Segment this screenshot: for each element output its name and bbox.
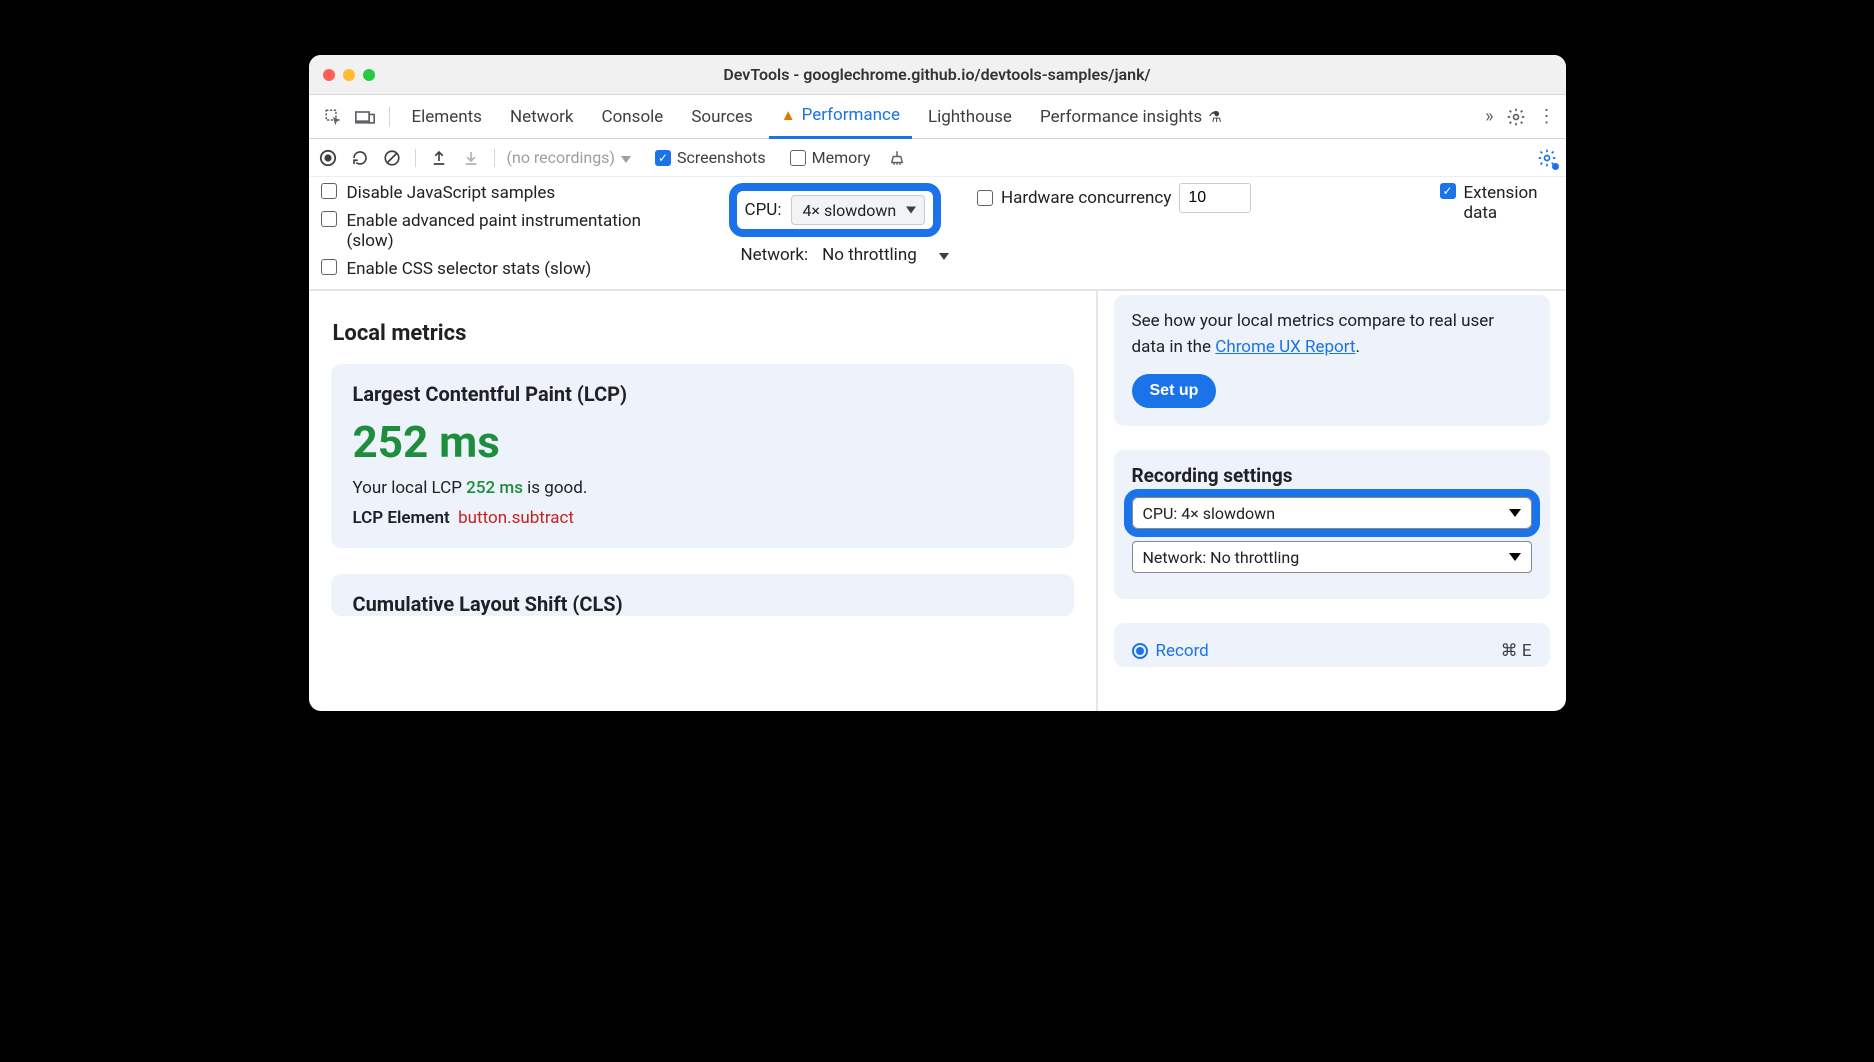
tab-elements[interactable]: Elements [400, 95, 494, 139]
capture-settings-gear-icon[interactable] [1536, 147, 1558, 169]
main-tabs: Elements Network Console Sources ▲ Perfo… [309, 95, 1566, 139]
window-title: DevTools - googlechrome.github.io/devtoo… [309, 65, 1566, 84]
recordings-dropdown[interactable]: (no recordings) [507, 148, 632, 167]
flask-icon: ⚗ [1208, 108, 1221, 126]
lcp-description: Your local LCP 252 ms is good. [353, 478, 1052, 498]
titlebar: DevTools - googlechrome.github.io/devtoo… [309, 55, 1566, 95]
record-shortcut: ⌘ E [1501, 641, 1532, 661]
recording-cpu-select[interactable]: CPU: 4× slowdown [1132, 497, 1532, 529]
minimize-window-button[interactable] [343, 69, 355, 81]
perf-toolbar: (no recordings) ✓ Screenshots Memory [309, 139, 1566, 177]
overflow-tabs-icon[interactable]: » [1485, 106, 1493, 127]
memory-checkbox[interactable]: Memory [790, 148, 871, 167]
cpu-throttle-select[interactable]: 4× slowdown [791, 195, 925, 225]
record-dot-icon [1132, 643, 1148, 659]
checkbox-icon [790, 150, 806, 166]
tabs-right-cluster: » ⋮ [1485, 106, 1555, 127]
screenshots-checkbox[interactable]: ✓ Screenshots [655, 148, 766, 167]
checkbox-icon [321, 183, 337, 199]
traffic-lights [323, 69, 375, 81]
collect-garbage-icon[interactable] [886, 147, 908, 169]
local-metrics-heading: Local metrics [333, 321, 1074, 346]
hw-concurrency-checkbox[interactable] [977, 190, 993, 206]
lcp-value: 252 ms [353, 416, 1052, 468]
recording-network-select[interactable]: Network: No throttling [1132, 541, 1532, 573]
warning-icon: ▲ [781, 106, 796, 124]
cls-title: Cumulative Layout Shift (CLS) [353, 592, 1052, 616]
field-data-card: See how your local metrics compare to re… [1114, 295, 1550, 426]
tab-sources[interactable]: Sources [679, 95, 764, 139]
crux-report-link[interactable]: Chrome UX Report [1215, 337, 1355, 357]
tab-performance[interactable]: ▲ Performance [769, 95, 912, 139]
download-icon[interactable] [460, 147, 482, 169]
cpu-throttle-highlight: CPU: 4× slowdown [729, 183, 942, 237]
lcp-element-link[interactable]: button.subtract [458, 508, 574, 528]
extension-data-checkbox[interactable]: ✓ Extension data [1440, 183, 1554, 223]
disable-js-checkbox[interactable]: Disable JavaScript samples [321, 183, 701, 203]
tab-performance-insights[interactable]: Performance insights ⚗ [1028, 95, 1234, 139]
setup-button[interactable]: Set up [1132, 374, 1217, 408]
capture-settings-panel: Disable JavaScript samples Enable advanc… [309, 177, 1566, 291]
cls-card: Cumulative Layout Shift (CLS) [331, 574, 1074, 616]
sidebar-panel[interactable]: See how your local metrics compare to re… [1096, 291, 1566, 711]
inspect-icon[interactable] [319, 103, 347, 131]
cpu-label: CPU: [745, 200, 782, 220]
field-data-text: See how your local metrics compare to re… [1132, 309, 1532, 360]
tab-console[interactable]: Console [590, 95, 676, 139]
devtools-window: DevTools - googlechrome.github.io/devtoo… [309, 55, 1566, 711]
hardware-concurrency-row: Hardware concurrency [977, 183, 1251, 213]
network-label: Network: [741, 245, 809, 265]
zoom-window-button[interactable] [363, 69, 375, 81]
hw-concurrency-input[interactable] [1179, 183, 1251, 213]
lcp-card: Largest Contentful Paint (LCP) 252 ms Yo… [331, 364, 1074, 548]
checkbox-icon: ✓ [1440, 183, 1456, 199]
kebab-menu-icon[interactable]: ⋮ [1538, 106, 1556, 127]
upload-icon[interactable] [428, 147, 450, 169]
advanced-paint-checkbox[interactable]: Enable advanced paint instrumentation (s… [321, 211, 701, 251]
lcp-title: Largest Contentful Paint (LCP) [353, 382, 1052, 406]
reload-icon[interactable] [349, 147, 371, 169]
local-metrics-panel[interactable]: Local metrics Largest Contentful Paint (… [309, 291, 1096, 711]
main-content: Local metrics Largest Contentful Paint (… [309, 291, 1566, 711]
tab-lighthouse[interactable]: Lighthouse [916, 95, 1024, 139]
checkbox-icon [321, 211, 337, 227]
clear-icon[interactable] [381, 147, 403, 169]
tab-network[interactable]: Network [498, 95, 586, 139]
lcp-element-row: LCP Element button.subtract [353, 508, 1052, 528]
settings-gear-icon[interactable] [1506, 107, 1526, 127]
checkbox-icon [321, 259, 337, 275]
recording-settings-card: Recording settings CPU: 4× slowdown Netw… [1114, 450, 1550, 599]
record-button[interactable]: Record [1132, 641, 1209, 661]
recording-settings-heading: Recording settings [1132, 464, 1532, 487]
record-card: Record ⌘ E [1114, 623, 1550, 667]
close-window-button[interactable] [323, 69, 335, 81]
network-throttle-select[interactable]: No throttling [822, 245, 949, 265]
device-toggle-icon[interactable] [351, 103, 379, 131]
record-icon[interactable] [317, 147, 339, 169]
hw-concurrency-label: Hardware concurrency [1001, 188, 1171, 208]
checkbox-icon: ✓ [655, 150, 671, 166]
css-selector-stats-checkbox[interactable]: Enable CSS selector stats (slow) [321, 259, 701, 279]
